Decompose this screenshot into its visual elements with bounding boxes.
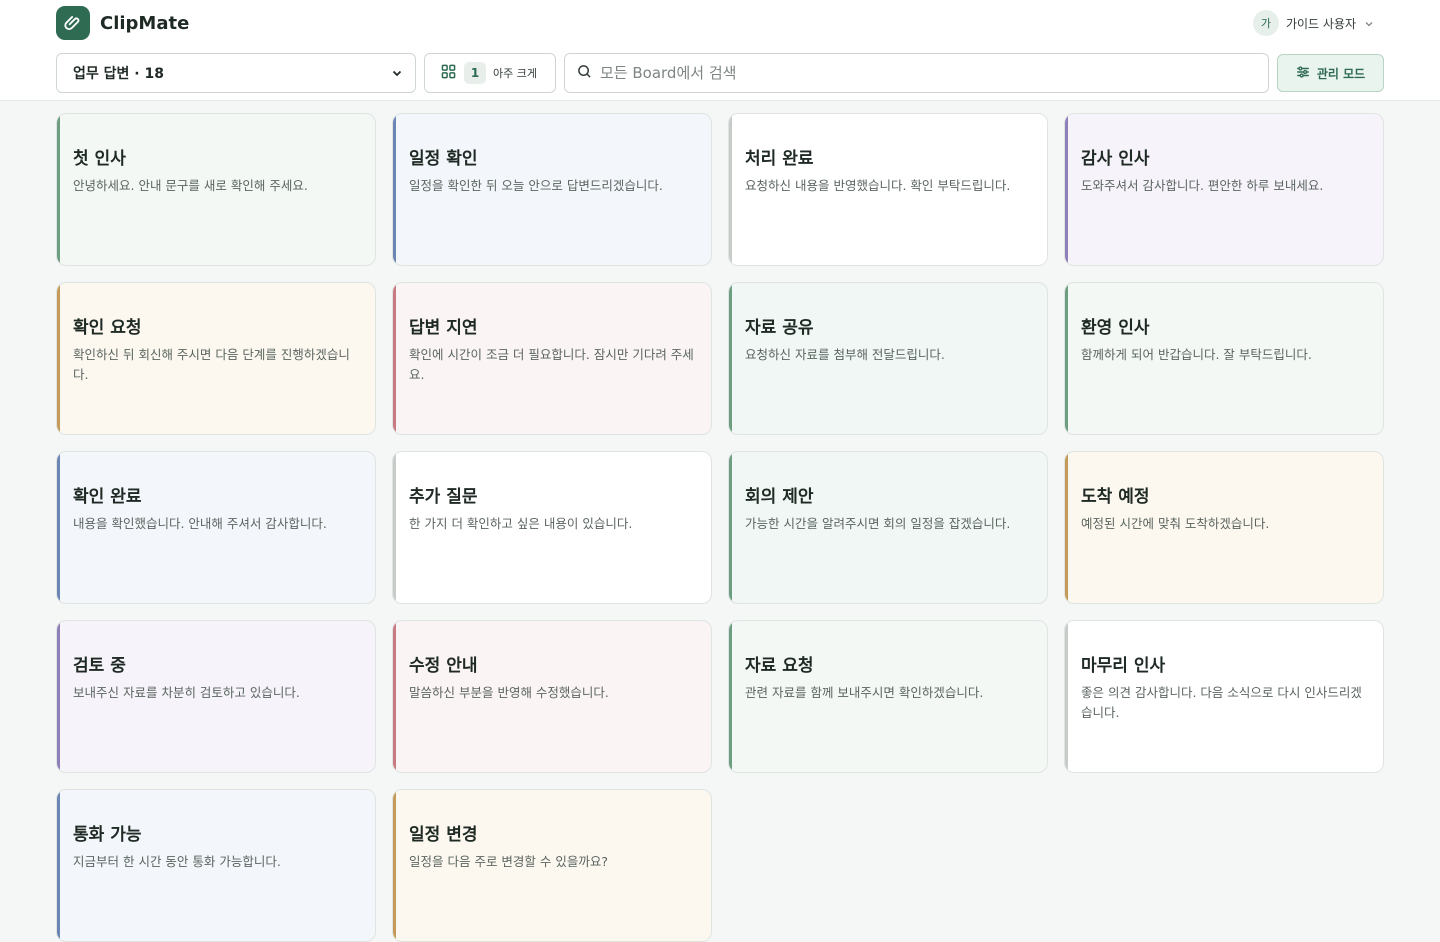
chevron-down-icon <box>1364 14 1374 33</box>
card-title: 마무리 인사 <box>1081 656 1166 676</box>
card-body: 한 가지 더 확인하고 싶은 내용이 있습니다. <box>409 516 633 531</box>
card-body: 지금부터 한 시간 동안 통화 가능합니다. <box>73 854 281 869</box>
card-body: 내용을 확인했습니다. 안내해 주셔서 감사합니다. <box>73 516 327 531</box>
card-body: 일정을 다음 주로 변경할 수 있을까요? <box>409 854 609 869</box>
clip-card[interactable]: 마무리 인사좋은 의견 감사합니다. 다음 소식으로 다시 인사드리겠습니다. <box>1064 620 1384 773</box>
card-title: 자료 요청 <box>745 656 814 676</box>
card-accent-bar <box>393 621 396 772</box>
card-body: 요청하신 자료를 첨부해 전달드립니다. <box>745 347 945 362</box>
clip-card[interactable]: 수정 안내말씀하신 부분을 반영해 수정했습니다. <box>392 620 712 773</box>
top-bar: ClipMate 가 가이드 사용자 업무 답변 · 18 1 아주 크게 모든… <box>0 0 1440 101</box>
clip-card[interactable]: 환영 인사함께하게 되어 반갑습니다. 잘 부탁드립니다. <box>1064 282 1384 435</box>
manage-mode-button[interactable]: 관리 모드 <box>1277 54 1384 92</box>
clip-card[interactable]: 도착 예정예정된 시간에 맞춰 도착하겠습니다. <box>1064 451 1384 604</box>
clip-card[interactable]: 답변 지연확인에 시간이 조금 더 필요합니다. 잠시만 기다려 주세요. <box>392 282 712 435</box>
card-accent-bar <box>729 283 732 434</box>
card-body: 예정된 시간에 맞춰 도착하겠습니다. <box>1081 516 1270 531</box>
card-accent-bar <box>57 114 60 265</box>
card-title: 답변 지연 <box>409 318 478 338</box>
search-box[interactable] <box>564 53 1269 93</box>
card-title: 추가 질문 <box>409 487 478 507</box>
clip-card[interactable]: 첫 인사안녕하세요. 안내 문구를 새로 확인해 주세요. <box>56 113 376 266</box>
card-body: 함께하게 되어 반갑습니다. 잘 부탁드립니다. <box>1081 347 1312 362</box>
card-body: 보내주신 자료를 차분히 검토하고 있습니다. <box>73 685 300 700</box>
card-title: 확인 완료 <box>73 487 142 507</box>
app-name: ClipMate <box>100 12 190 34</box>
card-body: 말씀하신 부분을 반영해 수정했습니다. <box>409 685 609 700</box>
board-select-value: 업무 답변 · 18 <box>73 66 164 82</box>
card-title: 자료 공유 <box>745 318 814 338</box>
card-title: 통화 가능 <box>73 825 142 845</box>
clip-card[interactable]: 처리 완료요청하신 내용을 반영했습니다. 확인 부탁드립니다. <box>728 113 1048 266</box>
card-size-control[interactable]: 1 아주 크게 <box>424 53 556 93</box>
sliders-icon <box>1296 65 1310 82</box>
manage-mode-label: 관리 모드 <box>1316 66 1366 81</box>
card-accent-bar <box>57 283 60 434</box>
search-input[interactable] <box>600 64 1240 82</box>
card-accent-bar <box>393 790 396 941</box>
card-title: 검토 중 <box>73 656 126 676</box>
card-accent-bar <box>393 114 396 265</box>
card-body: 확인에 시간이 조금 더 필요합니다. 잠시만 기다려 주세요. <box>409 347 694 382</box>
card-title: 환영 인사 <box>1081 318 1150 338</box>
card-body: 안녕하세요. 안내 문구를 새로 확인해 주세요. <box>73 178 308 193</box>
card-body: 가능한 시간을 알려주시면 회의 일정을 잡겠습니다. <box>745 516 1011 531</box>
chevron-down-icon <box>391 64 403 83</box>
card-accent-bar <box>393 283 396 434</box>
paperclip-icon <box>56 6 90 40</box>
user-name: 가이드 사용자 <box>1285 16 1356 31</box>
clip-card[interactable]: 일정 변경일정을 다음 주로 변경할 수 있을까요? <box>392 789 712 942</box>
clip-card[interactable]: 자료 요청관련 자료를 함께 보내주시면 확인하겠습니다. <box>728 620 1048 773</box>
card-title: 수정 안내 <box>409 656 478 676</box>
card-accent-bar <box>1065 452 1068 603</box>
clip-card[interactable]: 일정 확인일정을 확인한 뒤 오늘 안으로 답변드리겠습니다. <box>392 113 712 266</box>
card-accent-bar <box>729 621 732 772</box>
card-accent-bar <box>1065 114 1068 265</box>
clip-card[interactable]: 통화 가능지금부터 한 시간 동안 통화 가능합니다. <box>56 789 376 942</box>
card-body: 일정을 확인한 뒤 오늘 안으로 답변드리겠습니다. <box>409 178 663 193</box>
card-body: 도와주셔서 감사합니다. 편안한 하루 보내세요. <box>1081 178 1324 193</box>
card-body: 좋은 의견 감사합니다. 다음 소식으로 다시 인사드리겠습니다. <box>1081 685 1362 720</box>
card-title: 확인 요청 <box>73 318 142 338</box>
card-title: 감사 인사 <box>1081 149 1150 169</box>
card-accent-bar <box>1065 621 1068 772</box>
card-title: 처리 완료 <box>745 149 814 169</box>
card-title: 일정 확인 <box>409 149 478 169</box>
search-icon <box>577 64 592 83</box>
grid-icon <box>441 64 456 83</box>
avatar: 가 <box>1252 10 1279 36</box>
card-accent-bar <box>729 452 732 603</box>
card-accent-bar <box>57 790 60 941</box>
card-accent-bar <box>393 452 396 603</box>
brand[interactable]: ClipMate <box>56 6 189 40</box>
card-body: 확인하신 뒤 회신해 주시면 다음 단계를 진행하겠습니다. <box>73 347 350 382</box>
clip-card[interactable]: 확인 요청확인하신 뒤 회신해 주시면 다음 단계를 진행하겠습니다. <box>56 282 376 435</box>
user-menu[interactable]: 가 가이드 사용자 <box>1252 10 1374 36</box>
clip-card[interactable]: 감사 인사도와주셔서 감사합니다. 편안한 하루 보내세요. <box>1064 113 1384 266</box>
size-value-badge: 1 <box>464 62 486 84</box>
clip-card[interactable]: 회의 제안가능한 시간을 알려주시면 회의 일정을 잡겠습니다. <box>728 451 1048 604</box>
card-title: 첫 인사 <box>73 149 126 169</box>
card-body: 요청하신 내용을 반영했습니다. 확인 부탁드립니다. <box>745 178 1011 193</box>
card-accent-bar <box>1065 283 1068 434</box>
card-title: 회의 제안 <box>745 487 814 507</box>
card-title: 도착 예정 <box>1081 487 1150 507</box>
clip-card[interactable]: 추가 질문한 가지 더 확인하고 싶은 내용이 있습니다. <box>392 451 712 604</box>
size-label: 아주 크게 <box>493 67 537 80</box>
clip-card[interactable]: 확인 완료내용을 확인했습니다. 안내해 주셔서 감사합니다. <box>56 451 376 604</box>
card-accent-bar <box>729 114 732 265</box>
board-select[interactable]: 업무 답변 · 18 <box>56 53 416 93</box>
card-accent-bar <box>57 621 60 772</box>
card-title: 일정 변경 <box>409 825 478 845</box>
card-accent-bar <box>57 452 60 603</box>
card-body: 관련 자료를 함께 보내주시면 확인하겠습니다. <box>745 685 984 700</box>
clip-card[interactable]: 검토 중보내주신 자료를 차분히 검토하고 있습니다. <box>56 620 376 773</box>
clip-card[interactable]: 자료 공유요청하신 자료를 첨부해 전달드립니다. <box>728 282 1048 435</box>
